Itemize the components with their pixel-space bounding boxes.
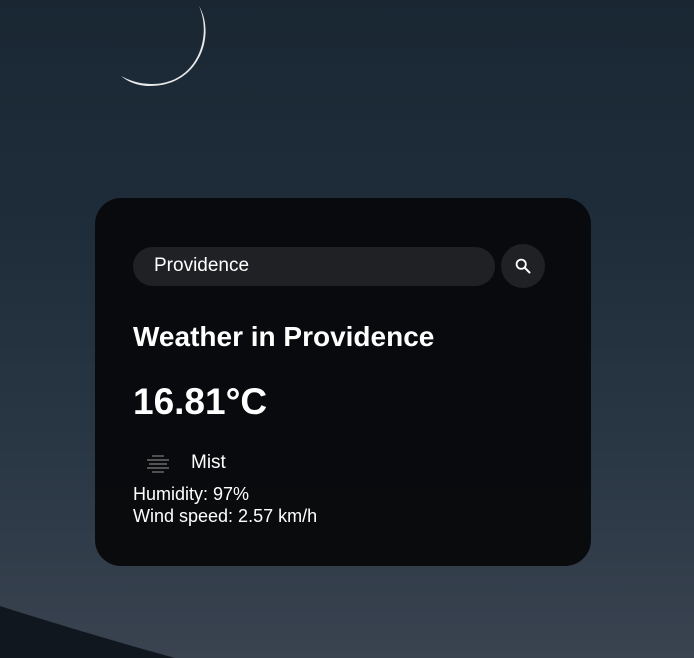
mist-icon [133,448,183,478]
temperature-value: 16.81°C [133,381,268,422]
humidity-text: Humidity: 97% [133,484,250,504]
search-icon [515,258,531,274]
city-search-input[interactable] [133,246,495,286]
hill-silhouette [0,606,175,658]
weather-card: Weather in Providence 16.81°C Mist Humid… [95,198,591,566]
crescent-moon [121,6,206,86]
wind-speed-text: Wind speed: 2.57 km/h [133,506,318,526]
condition-description: Mist [191,452,226,473]
search-bar [133,244,553,288]
location-title: Weather in Providence [133,321,435,352]
search-button[interactable] [501,244,545,288]
weather-stats: Humidity: 97% Wind speed: 2.57 km/h [133,483,553,527]
condition-row: Mist [133,448,553,478]
